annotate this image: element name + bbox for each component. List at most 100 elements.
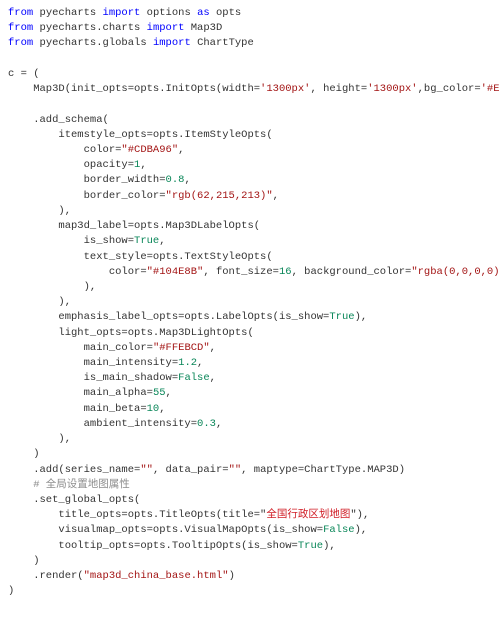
code-token: , maptype=ChartType.MAP3D) [241,464,405,476]
code-token: opacity= [8,159,134,171]
code-token: "" [229,464,242,476]
code-token: border_color= [8,190,166,202]
code-token: from [8,22,33,34]
code-token: , [216,418,222,430]
code-token: text_style=opts.TextStyleOpts( [8,251,273,263]
code-token: ambient_intensity= [8,418,197,430]
code-token: from [8,7,33,19]
code-token: 全国行政区划地图 [266,509,350,521]
code-line: from pyecharts.charts import Map3D [8,22,222,34]
code-token: True [298,540,323,552]
code-token: , [166,387,172,399]
code-token: , data_pair= [153,464,229,476]
code-token: "#CDBA96" [121,144,178,156]
code-line: ) [8,448,40,460]
code-line: visualmap_opts=opts.VisualMapOpts(is_sho… [8,524,367,536]
code-token: is_main_shadow= [8,372,178,384]
code-token: , background_color= [292,266,412,278]
code-line: main_beta=10, [8,403,166,415]
code-line: color="#CDBA96", [8,144,184,156]
code-line: ambient_intensity=0.3, [8,418,222,430]
code-line: .set_global_opts( [8,494,140,506]
code-token: "#FFEBCD" [153,342,210,354]
code-line: emphasis_label_opts=opts.LabelOpts(is_sh… [8,311,367,323]
code-token: 0.8 [166,174,185,186]
code-token: color= [8,266,147,278]
code-token: "), [350,509,369,521]
code-token: ), [8,205,71,217]
code-line: ), [8,296,71,308]
code-token: "#104E8B" [147,266,204,278]
code-token: 0.3 [197,418,216,430]
code-token: ), [8,433,71,445]
code-line: border_width=0.8, [8,174,191,186]
code-line: itemstyle_opts=opts.ItemStyleOpts( [8,129,273,141]
code-line: tooltip_opts=opts.TooltipOpts(is_show=Tr… [8,540,336,552]
code-token: from [8,37,33,49]
code-token: pyecharts.charts [33,22,146,34]
code-token: ) [229,570,235,582]
code-line: .add(series_name="", data_pair="", mapty… [8,464,405,476]
code-line: c = ( [8,68,40,80]
code-token: ,bg_color= [418,83,481,95]
code-token: 55 [153,387,166,399]
code-token: 16 [279,266,292,278]
code-token: ) [8,585,14,597]
code-line: ), [8,205,71,217]
code-token: "rgba(0,0,0,0)" [411,266,500,278]
code-token: , [178,144,184,156]
code-token: ) [8,555,40,567]
code-token: .add_schema( [8,114,109,126]
code-token: c = ( [8,68,40,80]
code-token: , [140,159,146,171]
code-line: ) [8,585,14,597]
code-token: Map3D [184,22,222,34]
code-line: color="#104E8B", font_size=16, backgroun… [8,266,500,278]
code-token: map3d_label=opts.Map3DLabelOpts( [8,220,260,232]
code-token: 10 [147,403,160,415]
code-line: from pyecharts.globals import ChartType [8,37,254,49]
code-token: title_opts=opts.TitleOpts(title=" [8,509,266,521]
code-token: main_alpha= [8,387,153,399]
code-line: main_intensity=1.2, [8,357,203,369]
code-token: is_show= [8,235,134,247]
code-token: ), [323,540,336,552]
code-token: , [197,357,203,369]
code-token: ChartType [191,37,254,49]
code-line: Map3D(init_opts=opts.InitOpts(width='130… [8,83,500,95]
code-token: main_intensity= [8,357,178,369]
code-token: '1300px' [260,83,310,95]
code-line: is_show=True, [8,235,166,247]
code-token: , [159,235,165,247]
code-token: .render( [8,570,84,582]
code-token: "rgb(62,215,213)" [166,190,273,202]
code-token: True [329,311,354,323]
code-token: , [210,342,216,354]
code-token: emphasis_label_opts=opts.LabelOpts(is_sh… [8,311,329,323]
code-token: # 全局设置地图属性 [8,479,130,491]
code-token: as [197,7,210,19]
code-line: ), [8,433,71,445]
code-token: main_beta= [8,403,147,415]
code-token: itemstyle_opts=opts.ItemStyleOpts( [8,129,273,141]
code-line: map3d_label=opts.Map3DLabelOpts( [8,220,260,232]
code-token: tooltip_opts=opts.TooltipOpts(is_show= [8,540,298,552]
code-token: main_color= [8,342,153,354]
code-line: opacity=1, [8,159,147,171]
code-token: , height= [310,83,367,95]
code-token: color= [8,144,121,156]
code-token: ), [8,281,96,293]
code-line: light_opts=opts.Map3DLightOpts( [8,327,254,339]
code-line: .render("map3d_china_base.html") [8,570,235,582]
code-token: border_width= [8,174,166,186]
code-token: import [147,22,185,34]
code-token: options [140,7,197,19]
code-line: ) [8,555,40,567]
code-token: '1300px' [367,83,417,95]
code-token: , font_size= [203,266,279,278]
code-token: , [273,190,279,202]
code-token: ) [8,448,40,460]
code-token: "map3d_china_base.html" [84,570,229,582]
code-token: pyecharts.globals [33,37,153,49]
code-line: main_color="#FFEBCD", [8,342,216,354]
